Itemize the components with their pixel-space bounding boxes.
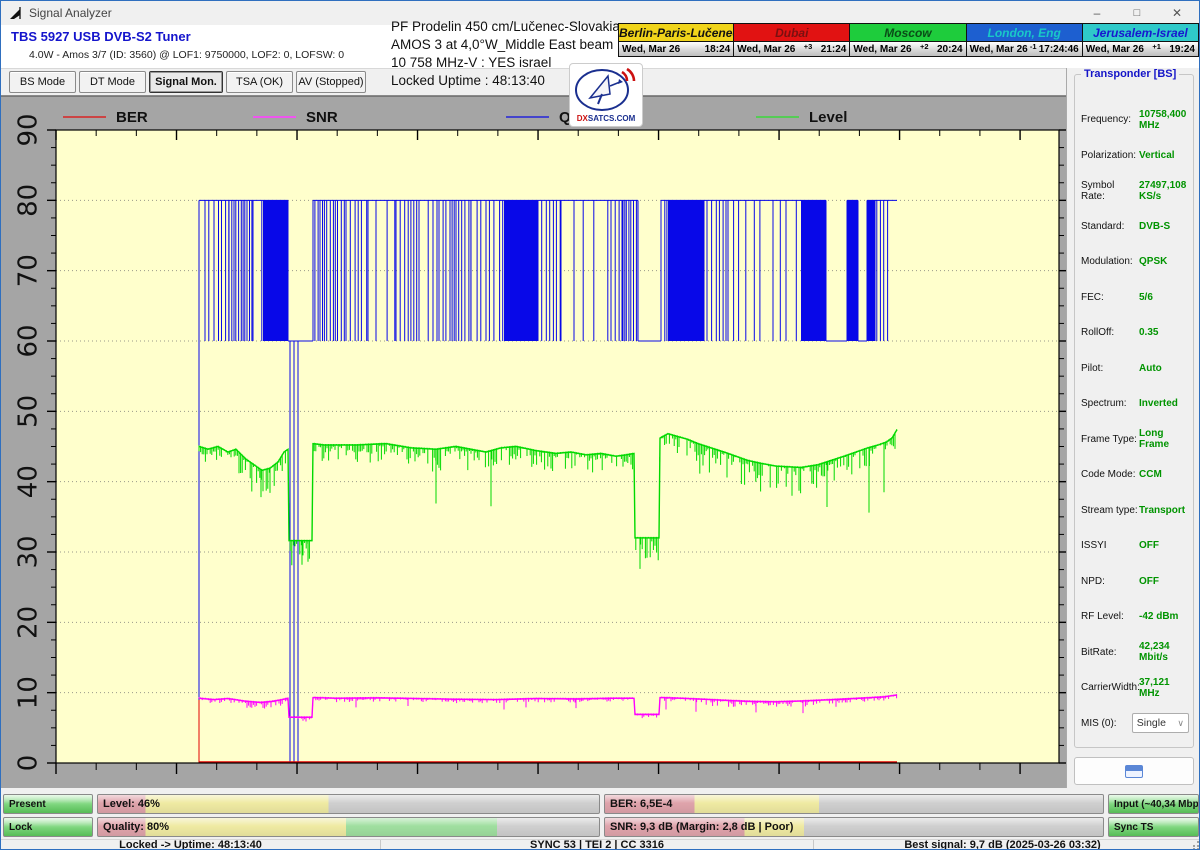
- card-icon: [1125, 765, 1143, 778]
- clock-jerusalem: Jerusalem-Israel Wed, Mar 26+119:24: [1083, 23, 1199, 57]
- field-npd: NPD:OFF: [1075, 564, 1193, 600]
- clock-date: Wed, Mar 26: [853, 44, 911, 55]
- clock-time: 20:24: [937, 44, 963, 55]
- svg-text:90: 90: [14, 113, 44, 146]
- satellite-dish-icon: [570, 64, 642, 112]
- clock-moscow: Moscow Wed, Mar 26+220:24: [850, 23, 966, 57]
- field-standard: Standard:DVB-S: [1075, 209, 1193, 245]
- sync-ts-indicator: Sync TS: [1108, 817, 1199, 837]
- field-polarization: Polarization:Vertical: [1075, 138, 1193, 174]
- app-icon: [9, 6, 23, 20]
- field-frequency: Frequency:10758,400 MHz: [1075, 102, 1193, 138]
- svg-text:10: 10: [14, 676, 44, 709]
- tab-tsa[interactable]: TSA (OK): [226, 71, 293, 93]
- minimize-button[interactable]: –: [1077, 1, 1117, 25]
- clock-city: Dubai: [734, 24, 849, 42]
- field-stream-type: Stream type:Transport: [1075, 493, 1193, 529]
- status-bar: Locked -> Uptime: 48:13:40 SYNC 53 | TEI…: [1, 839, 1200, 850]
- clock-offset: -1: [1028, 42, 1039, 51]
- locked-uptime-text: Locked Uptime : 48:13:40: [391, 73, 545, 88]
- clock-offset: +2: [912, 42, 937, 51]
- clock-time: 19:24: [1169, 44, 1195, 55]
- svg-text:70: 70: [14, 254, 44, 287]
- lock-indicator: Lock: [3, 817, 93, 837]
- field-pilot: Pilot:Auto: [1075, 351, 1193, 387]
- clock-city: Jerusalem-Israel: [1083, 24, 1198, 42]
- chevron-down-icon: ∨: [1177, 718, 1184, 729]
- input-indicator: Input (~40,34 Mbps): [1108, 794, 1199, 814]
- status-locked-uptime: Locked -> Uptime: 48:13:40: [1, 840, 381, 850]
- window-title: Signal Analyzer: [29, 6, 112, 20]
- clock-city: London, Eng: [967, 24, 1082, 42]
- tab-signal-mon[interactable]: Signal Mon.: [149, 71, 223, 93]
- legend-ber: BER: [116, 109, 148, 126]
- world-clocks: Berlin-Paris-Lučenec Wed, Mar 26 18:24 Du…: [618, 23, 1199, 57]
- tab-av[interactable]: AV (Stopped): [296, 71, 366, 93]
- tuner-title: TBS 5927 USB DVB-S2 Tuner: [11, 29, 191, 44]
- clock-berlin: Berlin-Paris-Lučenec Wed, Mar 26 18:24: [618, 23, 734, 57]
- svg-text:80: 80: [14, 184, 44, 217]
- clock-offset: +1: [1144, 42, 1169, 51]
- tab-bs-mode[interactable]: BS Mode: [9, 71, 76, 93]
- logo-text: DXSATCS.COM: [570, 114, 642, 123]
- clock-time: 18:24: [705, 44, 731, 55]
- signal-history-chart: 0102030405060708090BERSNRQualityLevel: [1, 97, 1066, 789]
- clock-city: Moscow: [850, 24, 965, 42]
- field-spectrum: Spectrum:Inverted: [1075, 386, 1193, 422]
- close-button[interactable]: ✕: [1157, 1, 1197, 25]
- reception-line2: AMOS 3 at 4,0°W_Middle East beam: [391, 36, 620, 54]
- present-indicator: Present: [3, 794, 93, 814]
- field-frame-type: Frame Type:Long Frame: [1075, 422, 1193, 458]
- status-best-signal: Best signal: 9,7 dB (2025-03-26 03:32): [814, 840, 1191, 850]
- field-fec: FEC:5/6: [1075, 280, 1193, 316]
- field-rf-level: RF Level:-42 dBm: [1075, 599, 1193, 635]
- svg-text:50: 50: [14, 395, 44, 428]
- level-bar: Level: 46%: [97, 794, 600, 814]
- legend-snr: SNR: [306, 109, 338, 126]
- mis-dropdown[interactable]: Single∨: [1132, 713, 1189, 733]
- clock-date: Wed, Mar 26: [737, 44, 795, 55]
- field-mis: MIS (0): Single∨: [1075, 706, 1193, 742]
- svg-text:60: 60: [14, 324, 44, 357]
- transponder-sidebar: Transponder [BS] Frequency:10758,400 MHz…: [1066, 68, 1200, 788]
- clock-date: Wed, Mar 26: [1086, 44, 1144, 55]
- svg-text:40: 40: [14, 465, 44, 498]
- signal-chart-panel: 0102030405060708090BERSNRQualityLevel: [1, 96, 1066, 788]
- quality-bar: Quality: 80%: [97, 817, 600, 837]
- svg-text:0: 0: [14, 755, 44, 772]
- dxsatcs-logo: DXSATCS.COM: [569, 63, 643, 127]
- field-issyi: ISSYIOFF: [1075, 528, 1193, 564]
- maximize-button[interactable]: □: [1117, 1, 1157, 25]
- clock-date: Wed, Mar 26: [622, 44, 680, 55]
- resize-grip[interactable]: [1191, 841, 1199, 849]
- clock-offset: +3: [795, 42, 820, 51]
- legend-level: Level: [809, 109, 847, 126]
- field-code-mode: Code Mode:CCM: [1075, 457, 1193, 493]
- sidebar-card-button[interactable]: [1074, 757, 1194, 785]
- field-carrier-width: CarrierWidth:37,121 MHz: [1075, 670, 1193, 706]
- field-symbol-rate: Symbol Rate:27497,108 KS/s: [1075, 173, 1193, 209]
- transponder-groupbox: Transponder [BS] Frequency:10758,400 MHz…: [1074, 74, 1194, 748]
- transponder-fields: Frequency:10758,400 MHz Polarization:Ver…: [1075, 75, 1193, 741]
- clock-time: 21:24: [821, 44, 847, 55]
- clock-city: Berlin-Paris-Lučenec: [619, 24, 733, 42]
- snr-bar: SNR: 9,3 dB (Margin: 2,8 dB | Poor): [604, 817, 1104, 837]
- svg-text:30: 30: [14, 535, 44, 568]
- clock-date: Wed, Mar 26: [970, 44, 1028, 55]
- clock-london: London, Eng Wed, Mar 26-117:24:46: [967, 23, 1083, 57]
- tuner-subtitle: 4.0W - Amos 3/7 (ID: 3560) @ LOF1: 97500…: [29, 49, 344, 61]
- clock-time: 17:24:46: [1039, 44, 1079, 55]
- clock-dubai: Dubai Wed, Mar 26+321:24: [734, 23, 850, 57]
- field-bitrate: BitRate:42,234 Mbit/s: [1075, 635, 1193, 671]
- ber-bar: BER: 6,5E-4: [604, 794, 1104, 814]
- signal-analyzer-window: Signal Analyzer – □ ✕ TBS 5927 USB DVB-S…: [0, 0, 1200, 850]
- field-rolloff: RollOff:0.35: [1075, 315, 1193, 351]
- field-modulation: Modulation:QPSK: [1075, 244, 1193, 280]
- status-sync-counters: SYNC 53 | TEI 2 | CC 3316: [381, 840, 814, 850]
- reception-line1: PF Prodelin 450 cm/Lučenec-Slovakia: [391, 18, 620, 36]
- svg-text:20: 20: [14, 606, 44, 639]
- tab-dt-mode[interactable]: DT Mode: [79, 71, 146, 93]
